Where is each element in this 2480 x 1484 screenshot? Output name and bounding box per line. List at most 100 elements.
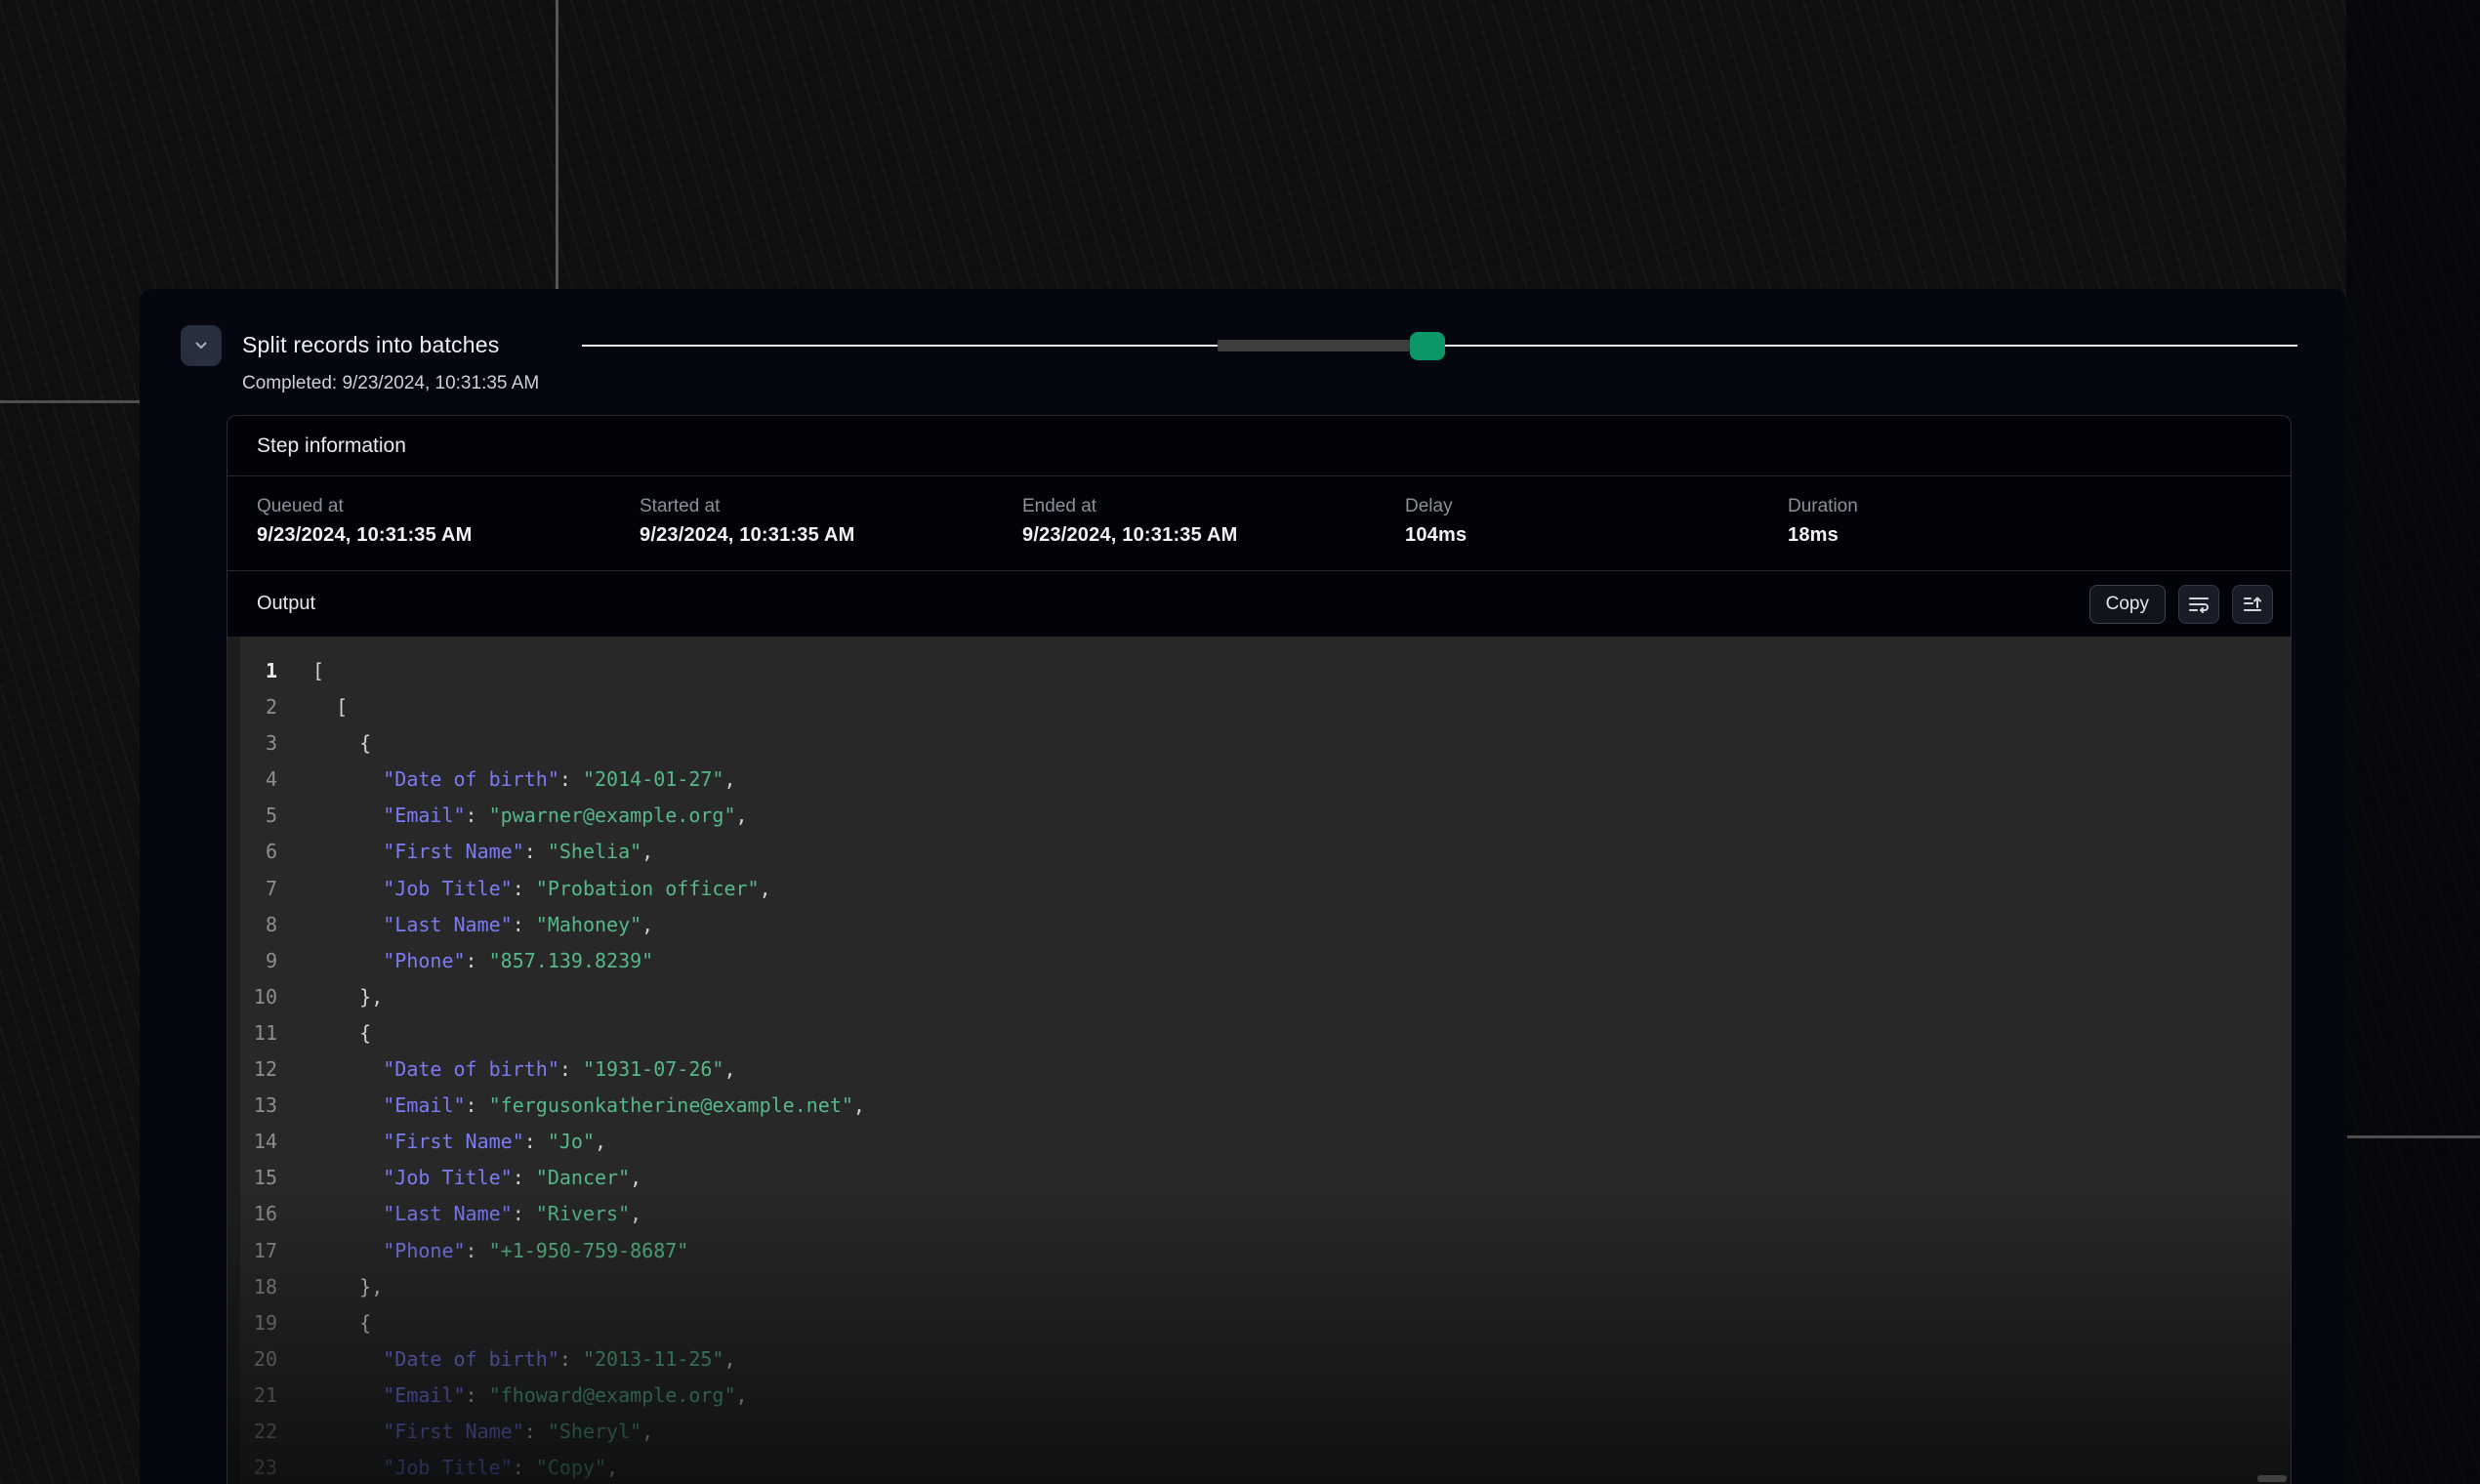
line-content: "Last Name": "Mahoney", (312, 913, 653, 936)
line-content: "Job Title": "Dancer", (312, 1166, 641, 1189)
timing-field: Delay 104ms (1405, 496, 1788, 547)
line-number: 5 (227, 798, 277, 834)
scroll-to-top-icon (2241, 593, 2264, 616)
line-content: { (312, 1021, 371, 1045)
line-number: 19 (227, 1305, 277, 1341)
line-number: 20 (227, 1341, 277, 1378)
timing-field-label: Ended at (1022, 496, 1405, 517)
line-content: "Email": "fhoward@example.org", (312, 1383, 748, 1407)
scroll-to-top-button[interactable] (2232, 585, 2273, 624)
line-number: 3 (227, 725, 277, 762)
line-number: 9 (227, 943, 277, 979)
collapse-step-button[interactable] (181, 325, 222, 366)
code-line: 10 }, (227, 979, 2291, 1015)
step-title: Split records into batches (242, 332, 499, 358)
line-content: }, (312, 1275, 383, 1298)
code-line: 4 "Date of birth": "2014-01-27", (227, 762, 2291, 798)
output-header: Output Copy (227, 571, 2291, 637)
line-number: 16 (227, 1196, 277, 1232)
timeline-track[interactable] (582, 345, 2297, 347)
line-content: "Date of birth": "2013-11-25", (312, 1347, 736, 1371)
code-line: 15 "Job Title": "Dancer", (227, 1160, 2291, 1196)
code-line: 21 "Email": "fhoward@example.org", (227, 1378, 2291, 1414)
line-content: "Job Title": "Copy", (312, 1456, 618, 1479)
background-vertical-line (556, 0, 558, 290)
line-content: "Email": "pwarner@example.org", (312, 804, 748, 827)
line-number: 8 (227, 907, 277, 943)
word-wrap-button[interactable] (2178, 585, 2219, 624)
code-line: 7 "Job Title": "Probation officer", (227, 871, 2291, 907)
code-line: 20 "Date of birth": "2013-11-25", (227, 1341, 2291, 1378)
code-line: 14 "First Name": "Jo", (227, 1124, 2291, 1160)
code-line: 23 "Job Title": "Copy", (227, 1450, 2291, 1484)
code-line: 8 "Last Name": "Mahoney", (227, 907, 2291, 943)
line-number: 15 (227, 1160, 277, 1196)
line-number: 10 (227, 979, 277, 1015)
scrollbar-thumb[interactable] (2257, 1475, 2287, 1482)
code-line: 3 { (227, 725, 2291, 762)
timing-field: Ended at 9/23/2024, 10:31:35 AM (1022, 496, 1405, 547)
line-number: 4 (227, 762, 277, 798)
code-line: 5 "Email": "pwarner@example.org", (227, 798, 2291, 834)
timing-row: Queued at 9/23/2024, 10:31:35 AM Started… (227, 476, 2291, 571)
code-line: 19 { (227, 1305, 2291, 1341)
code-line: 1[ (227, 653, 2291, 689)
line-content: "Job Title": "Probation officer", (312, 877, 771, 900)
timing-field-label: Started at (640, 496, 1022, 517)
card-header: Step information (227, 416, 2291, 476)
code-lines-container: 1[2 [3 {4 "Date of birth": "2014-01-27",… (227, 653, 2291, 1484)
background-horizontal-line-left (0, 400, 140, 403)
line-content: [ (312, 695, 348, 719)
code-line: 13 "Email": "fergusonkatherine@example.n… (227, 1088, 2291, 1124)
timing-field-value: 9/23/2024, 10:31:35 AM (257, 524, 640, 547)
code-line: 17 "Phone": "+1-950-759-8687" (227, 1233, 2291, 1269)
step-detail-panel: Split records into batches Completed: 9/… (140, 289, 2346, 1484)
timing-field-value: 9/23/2024, 10:31:35 AM (1022, 524, 1405, 547)
line-number: 18 (227, 1269, 277, 1305)
line-number: 12 (227, 1051, 277, 1088)
line-content: "Date of birth": "1931-07-26", (312, 1057, 736, 1081)
timing-field-value: 18ms (1788, 524, 2170, 547)
code-line: 6 "First Name": "Shelia", (227, 834, 2291, 870)
line-content: "First Name": "Sheryl", (312, 1420, 653, 1443)
step-information-card: Step information Queued at 9/23/2024, 10… (227, 415, 2292, 1484)
timing-field-label: Duration (1788, 496, 2170, 517)
line-number: 11 (227, 1015, 277, 1051)
line-number: 6 (227, 834, 277, 870)
output-title: Output (257, 593, 315, 615)
copy-button[interactable]: Copy (2089, 585, 2166, 624)
timeline-range[interactable] (1218, 340, 1410, 351)
line-content: [ (312, 659, 324, 682)
code-line: 16 "Last Name": "Rivers", (227, 1196, 2291, 1232)
timing-field-label: Queued at (257, 496, 640, 517)
code-line: 22 "First Name": "Sheryl", (227, 1414, 2291, 1450)
line-number: 7 (227, 871, 277, 907)
background-right-strip (2346, 0, 2480, 1484)
line-number: 17 (227, 1233, 277, 1269)
line-number: 1 (227, 653, 277, 689)
line-content: "Date of birth": "2014-01-27", (312, 767, 736, 791)
timing-field-value: 104ms (1405, 524, 1788, 547)
line-number: 14 (227, 1124, 277, 1160)
word-wrap-icon (2187, 593, 2211, 616)
line-content: "Phone": "+1-950-759-8687" (312, 1239, 688, 1262)
step-completed-timestamp: Completed: 9/23/2024, 10:31:35 AM (242, 373, 539, 394)
timeline-handle[interactable] (1410, 332, 1445, 360)
line-content: "First Name": "Shelia", (312, 840, 653, 863)
line-content: { (312, 731, 371, 755)
step-information-title: Step information (257, 434, 406, 458)
code-line: 18 }, (227, 1269, 2291, 1305)
line-number: 22 (227, 1414, 277, 1450)
timing-field: Queued at 9/23/2024, 10:31:35 AM (257, 496, 640, 547)
timing-field: Duration 18ms (1788, 496, 2170, 547)
line-content: }, (312, 985, 383, 1009)
timing-field-label: Delay (1405, 496, 1788, 517)
output-code-viewer[interactable]: 1[2 [3 {4 "Date of birth": "2014-01-27",… (227, 637, 2291, 1484)
line-content: "Phone": "857.139.8239" (312, 949, 653, 972)
line-number: 13 (227, 1088, 277, 1124)
line-content: "Last Name": "Rivers", (312, 1202, 641, 1225)
line-number: 23 (227, 1450, 277, 1484)
background-horizontal-line-right (2347, 1135, 2480, 1138)
timing-field: Started at 9/23/2024, 10:31:35 AM (640, 496, 1022, 547)
code-line: 9 "Phone": "857.139.8239" (227, 943, 2291, 979)
